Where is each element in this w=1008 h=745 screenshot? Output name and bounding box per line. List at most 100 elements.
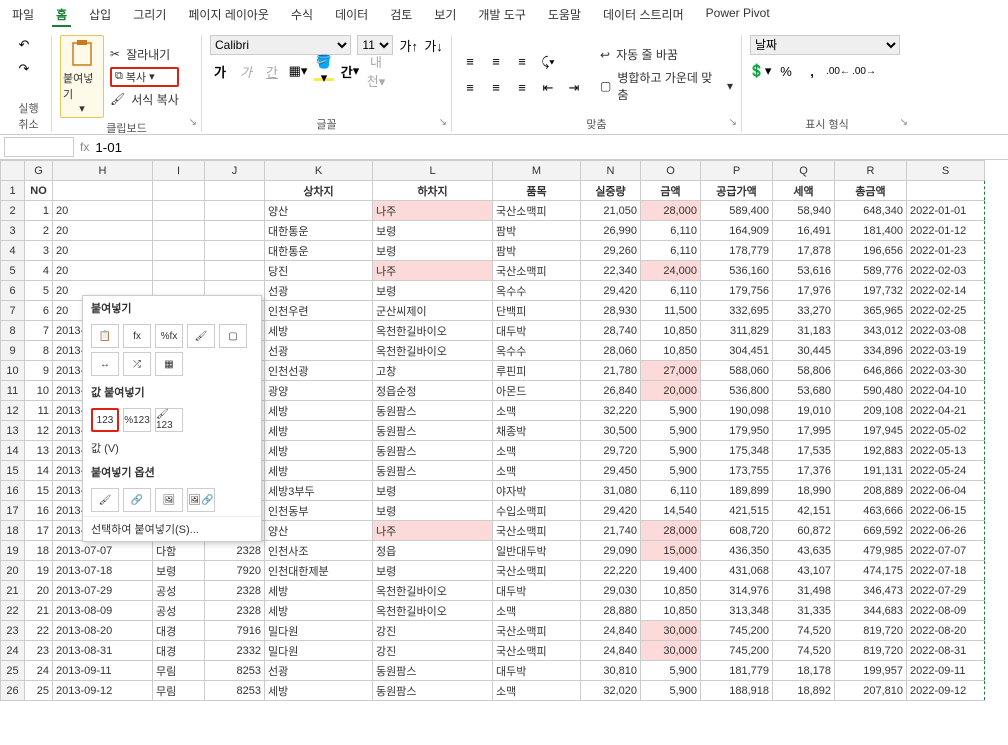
align-bottom-button[interactable]: ≡ bbox=[512, 52, 532, 72]
cell[interactable]: 6,110 bbox=[641, 481, 701, 501]
cell[interactable]: 17,976 bbox=[773, 281, 835, 301]
cell[interactable]: 745,200 bbox=[701, 641, 773, 661]
cell[interactable]: 4 bbox=[25, 261, 53, 281]
cell[interactable]: 164,909 bbox=[701, 221, 773, 241]
cell[interactable]: 인천선광 bbox=[265, 361, 373, 381]
cell[interactable]: 루핀피 bbox=[493, 361, 581, 381]
cell[interactable]: 옥천한길바이오 bbox=[373, 341, 493, 361]
cell[interactable]: 18,990 bbox=[773, 481, 835, 501]
cell[interactable]: 5 bbox=[25, 281, 53, 301]
cell[interactable]: 8 bbox=[25, 341, 53, 361]
align-top-button[interactable]: ≡ bbox=[460, 52, 480, 72]
cell[interactable]: 세방 bbox=[265, 461, 373, 481]
menu-item[interactable]: 보기 bbox=[430, 4, 460, 27]
cell[interactable]: 14,540 bbox=[641, 501, 701, 521]
cell[interactable]: 5,900 bbox=[641, 461, 701, 481]
cell[interactable]: 334,896 bbox=[835, 341, 907, 361]
cell[interactable]: 26,840 bbox=[581, 381, 641, 401]
phonetic-button[interactable]: 내천▾ bbox=[366, 61, 386, 81]
cell[interactable]: 2022-06-26 bbox=[907, 521, 985, 541]
cell[interactable]: 5,900 bbox=[641, 421, 701, 441]
cell[interactable]: 17,535 bbox=[773, 441, 835, 461]
cell[interactable]: 인천동부 bbox=[265, 501, 373, 521]
menu-item[interactable]: 파일 bbox=[8, 4, 38, 27]
cell[interactable]: 30,000 bbox=[641, 621, 701, 641]
cell[interactable] bbox=[153, 261, 205, 281]
name-box[interactable] bbox=[4, 137, 74, 157]
cell[interactable]: 양산 bbox=[265, 521, 373, 541]
cell[interactable]: 정읍순정 bbox=[373, 381, 493, 401]
cell[interactable]: 28,060 bbox=[581, 341, 641, 361]
cell[interactable]: 2328 bbox=[205, 601, 265, 621]
cell[interactable]: 20 bbox=[53, 241, 153, 261]
decrease-indent-button[interactable]: ⇤ bbox=[538, 78, 558, 98]
cell[interactable]: 32,020 bbox=[581, 681, 641, 701]
cell[interactable]: 2022-02-25 bbox=[907, 301, 985, 321]
cell[interactable]: 431,068 bbox=[701, 561, 773, 581]
column-header[interactable]: R bbox=[835, 161, 907, 181]
row-header[interactable]: 20 bbox=[1, 561, 25, 581]
cell[interactable]: 199,957 bbox=[835, 661, 907, 681]
cell[interactable] bbox=[205, 241, 265, 261]
cell[interactable]: 10,850 bbox=[641, 341, 701, 361]
cell[interactable]: 대두박 bbox=[493, 581, 581, 601]
cell[interactable]: 14 bbox=[25, 461, 53, 481]
cell[interactable]: 2022-05-02 bbox=[907, 421, 985, 441]
cell[interactable]: 608,720 bbox=[701, 521, 773, 541]
cell[interactable]: 강진 bbox=[373, 621, 493, 641]
cell[interactable]: 27,000 bbox=[641, 361, 701, 381]
cell[interactable]: 3 bbox=[25, 241, 53, 261]
row-header[interactable]: 14 bbox=[1, 441, 25, 461]
cell[interactable]: 세방 bbox=[265, 601, 373, 621]
table-header-cell[interactable]: 품목 bbox=[493, 181, 581, 201]
row-header[interactable]: 16 bbox=[1, 481, 25, 501]
number-dialog-launcher[interactable]: ↘ bbox=[900, 117, 908, 128]
cell[interactable] bbox=[205, 221, 265, 241]
undo-button[interactable]: ↶ bbox=[14, 35, 34, 55]
menu-item[interactable]: 삽입 bbox=[85, 4, 115, 27]
cell[interactable]: 463,666 bbox=[835, 501, 907, 521]
cell[interactable]: 팜박 bbox=[493, 221, 581, 241]
cell[interactable]: 대경 bbox=[153, 641, 205, 661]
cell[interactable]: 29,420 bbox=[581, 281, 641, 301]
cell[interactable]: 6,110 bbox=[641, 281, 701, 301]
table-header-cell[interactable]: 실중량 bbox=[581, 181, 641, 201]
cell[interactable]: 소맥 bbox=[493, 401, 581, 421]
cell[interactable]: 196,656 bbox=[835, 241, 907, 261]
cell[interactable]: 나주 bbox=[373, 201, 493, 221]
paste-all-icon[interactable]: 📋 bbox=[91, 324, 119, 348]
cell[interactable]: 30,500 bbox=[581, 421, 641, 441]
cell[interactable]: 29,720 bbox=[581, 441, 641, 461]
row-header[interactable]: 26 bbox=[1, 681, 25, 701]
paste-keep-width-icon[interactable]: ↔ bbox=[91, 352, 119, 376]
cell[interactable]: 536,160 bbox=[701, 261, 773, 281]
cell[interactable]: 31,335 bbox=[773, 601, 835, 621]
cell[interactable]: 22,340 bbox=[581, 261, 641, 281]
cell[interactable]: 나주 bbox=[373, 521, 493, 541]
cell[interactable]: 보령 bbox=[373, 501, 493, 521]
cell[interactable]: 18,178 bbox=[773, 661, 835, 681]
row-header[interactable]: 23 bbox=[1, 621, 25, 641]
cell[interactable]: 479,985 bbox=[835, 541, 907, 561]
wrap-text-button[interactable]: ↩ 자동 줄 바꿈 bbox=[600, 46, 733, 63]
cell[interactable]: 2022-08-09 bbox=[907, 601, 985, 621]
copy-button[interactable]: ⧉ 복사 ▾ bbox=[110, 67, 179, 87]
cell[interactable]: 343,012 bbox=[835, 321, 907, 341]
cell[interactable]: 공성 bbox=[153, 581, 205, 601]
cell[interactable]: 344,683 bbox=[835, 601, 907, 621]
paste-condformat-icon[interactable]: ▦ bbox=[155, 352, 183, 376]
cell[interactable]: 590,480 bbox=[835, 381, 907, 401]
cell[interactable]: 31,183 bbox=[773, 321, 835, 341]
cell[interactable]: 양산 bbox=[265, 201, 373, 221]
paste-keep-source-icon[interactable]: 🖌 bbox=[187, 324, 215, 348]
row-header[interactable]: 25 bbox=[1, 661, 25, 681]
cell[interactable]: 대경 bbox=[153, 621, 205, 641]
row-header[interactable]: 22 bbox=[1, 601, 25, 621]
cell[interactable]: 23 bbox=[25, 641, 53, 661]
cell[interactable]: 대두박 bbox=[493, 661, 581, 681]
cell[interactable]: 197,732 bbox=[835, 281, 907, 301]
cell[interactable]: 정읍 bbox=[373, 541, 493, 561]
cell[interactable]: 국산소맥피 bbox=[493, 521, 581, 541]
table-header-cell[interactable]: 세액 bbox=[773, 181, 835, 201]
cell[interactable]: 197,945 bbox=[835, 421, 907, 441]
